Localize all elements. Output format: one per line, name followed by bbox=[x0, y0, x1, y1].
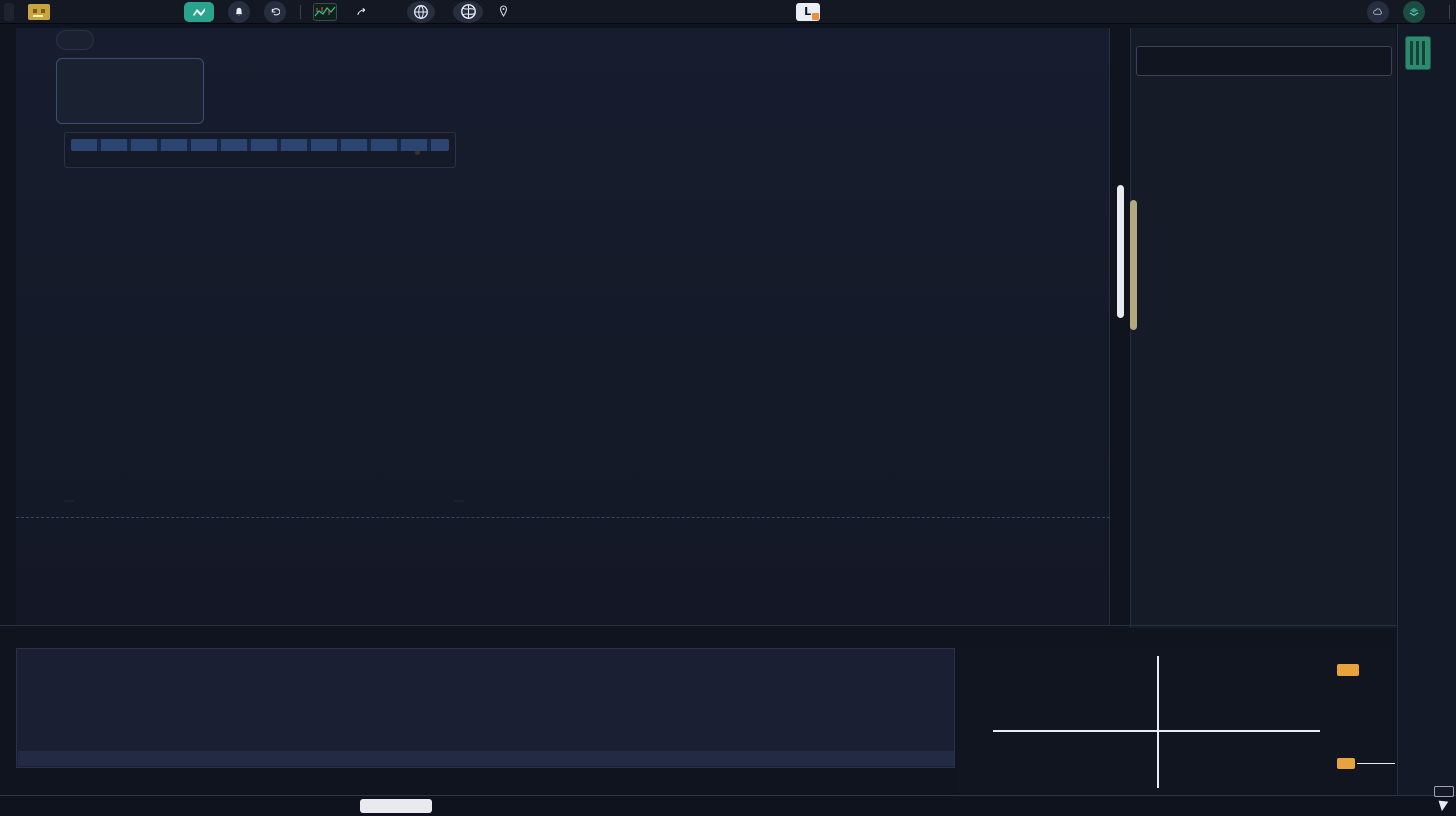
watchlist-panel bbox=[1130, 28, 1396, 628]
indicator-bar bbox=[71, 139, 449, 151]
watchlist-search-box[interactable] bbox=[1136, 46, 1392, 76]
main-chart-panel[interactable] bbox=[16, 28, 1110, 625]
pane-separator[interactable] bbox=[16, 517, 1110, 518]
badge-line bbox=[1357, 763, 1395, 764]
right-price-column bbox=[1397, 24, 1456, 795]
bottom-left-strip bbox=[18, 751, 954, 766]
crosshair-horizontal bbox=[993, 730, 1320, 732]
top-toolbar: L bbox=[0, 0, 1456, 24]
horizontal-scrollbar-thumb[interactable] bbox=[360, 799, 432, 813]
divider-bottom-of-chart bbox=[0, 625, 1397, 626]
brand-icon[interactable]: L bbox=[796, 3, 820, 21]
mini-candles-svg bbox=[958, 648, 1396, 795]
wallet-icon[interactable] bbox=[28, 4, 50, 20]
crosshair-vertical bbox=[1157, 656, 1159, 788]
cursor-icon bbox=[1439, 798, 1451, 811]
axis-corner-chip[interactable] bbox=[1434, 786, 1454, 797]
globe-icon-2[interactable] bbox=[453, 1, 483, 23]
vertical-scrollbar-tan[interactable] bbox=[1130, 200, 1137, 330]
chart-inner-toolbar bbox=[56, 30, 94, 50]
mini-market-tile[interactable] bbox=[1405, 36, 1431, 70]
bottom-right-chart-panel[interactable] bbox=[958, 648, 1396, 795]
vertical-scrollbar-white[interactable] bbox=[1117, 185, 1124, 318]
price-badge-low bbox=[1337, 758, 1355, 769]
time-axis-bar[interactable] bbox=[0, 795, 1456, 816]
draw-tool-button[interactable] bbox=[184, 2, 214, 22]
pane-label-left[interactable] bbox=[64, 500, 74, 502]
symbol-selector[interactable] bbox=[56, 58, 204, 124]
toolbar-divider bbox=[300, 5, 301, 19]
bell-icon[interactable] bbox=[228, 1, 250, 23]
app-logo[interactable] bbox=[4, 3, 14, 21]
redo-arrow-icon[interactable] bbox=[351, 1, 373, 23]
add-button[interactable] bbox=[1435, 11, 1447, 13]
layers-icon[interactable] bbox=[1403, 1, 1425, 23]
pane-label-center[interactable] bbox=[454, 500, 464, 502]
trading-app: L bbox=[0, 0, 1456, 816]
globe-icon-1[interactable] bbox=[407, 1, 435, 23]
cloud-icon[interactable] bbox=[1367, 1, 1389, 23]
pin-icon[interactable] bbox=[499, 5, 508, 18]
bottom-left-chart-panel[interactable] bbox=[16, 648, 955, 768]
undo-icon[interactable] bbox=[264, 1, 286, 23]
chart-thumbnail-button[interactable] bbox=[313, 3, 337, 21]
price-badge-top bbox=[1337, 664, 1359, 676]
indicator-values-box[interactable] bbox=[64, 132, 456, 168]
